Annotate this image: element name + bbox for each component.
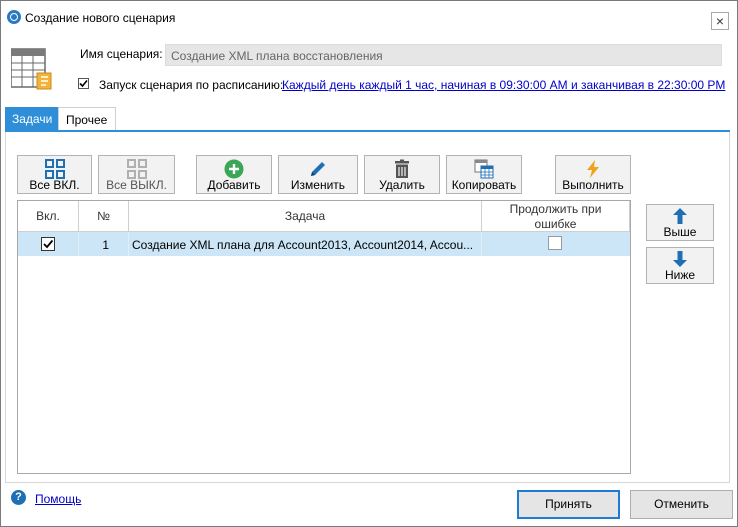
trash-icon — [392, 159, 412, 179]
plus-circle-icon — [224, 159, 244, 179]
row-continue-checkbox[interactable] — [548, 236, 562, 250]
column-header-continue[interactable]: Продолжить при ошибке — [482, 201, 630, 232]
cancel-button[interactable]: Отменить — [630, 490, 733, 519]
column-header-enabled[interactable]: Вкл. — [18, 201, 79, 232]
edit-label: Изменить — [290, 178, 346, 192]
row-task: Создание XML плана для Account2013, Acco… — [129, 232, 482, 256]
table-row[interactable]: 1 Создание XML плана для Account2013, Ac… — [18, 232, 630, 256]
scenario-name-input[interactable]: Создание XML плана восстановления — [165, 44, 722, 66]
ok-button[interactable]: Принять — [517, 490, 620, 519]
copy-table-icon — [474, 159, 494, 179]
arrow-down-icon — [670, 250, 690, 268]
column-header-task[interactable]: Задача — [129, 201, 482, 232]
delete-button[interactable]: Удалить — [364, 155, 440, 194]
pencil-icon — [308, 159, 328, 179]
schedule-label: Запуск сценария по расписанию: — [99, 78, 284, 92]
grid-icon — [126, 159, 147, 179]
close-button[interactable]: × — [711, 12, 729, 30]
scenario-name-label: Имя сценария: — [80, 47, 163, 61]
copy-label: Копировать — [451, 178, 517, 192]
move-down-button[interactable]: Ниже — [646, 247, 714, 284]
delete-label: Удалить — [379, 178, 425, 192]
run-label: Выполнить — [562, 178, 624, 192]
copy-button[interactable]: Копировать — [446, 155, 522, 194]
row-enabled-checkbox[interactable] — [41, 237, 55, 251]
all-on-label: Все ВКЛ. — [29, 178, 80, 192]
grid-icon — [44, 159, 65, 179]
lightning-icon — [583, 159, 603, 179]
column-header-number[interactable]: № — [79, 201, 129, 232]
tab-tasks[interactable]: Задачи — [5, 107, 58, 131]
task-table: Вкл. № Задача Продолжить при ошибке 1 Со… — [17, 200, 631, 474]
move-up-label: Выше — [663, 225, 697, 239]
schedule-link[interactable]: Каждый день каждый 1 час, начиная в 09:3… — [282, 78, 725, 92]
help-link[interactable]: Помощь — [35, 492, 81, 506]
row-continue-cell[interactable] — [482, 232, 630, 256]
title-bar: Создание нового сценария × — [1, 1, 737, 35]
row-enabled-cell[interactable] — [18, 232, 79, 256]
tab-other[interactable]: Прочее — [58, 107, 116, 131]
row-number: 1 — [79, 232, 129, 256]
edit-button[interactable]: Изменить — [278, 155, 358, 194]
add-button[interactable]: Добавить — [196, 155, 272, 194]
window-title: Создание нового сценария — [25, 11, 176, 25]
checkmark-icon — [79, 79, 88, 88]
move-down-label: Ниже — [664, 268, 696, 282]
add-label: Добавить — [207, 178, 261, 192]
all-off-button[interactable]: Все ВЫКЛ. — [98, 155, 175, 194]
dialog-window: Создание нового сценария × Имя сценария:… — [0, 0, 738, 527]
app-icon — [7, 10, 21, 24]
run-button[interactable]: Выполнить — [555, 155, 631, 194]
checkmark-icon — [43, 239, 54, 249]
help-icon[interactable]: ? — [11, 490, 26, 505]
arrow-up-icon — [670, 207, 690, 225]
schedule-checkbox[interactable] — [78, 78, 89, 89]
all-on-button[interactable]: Все ВКЛ. — [17, 155, 92, 194]
all-off-label: Все ВЫКЛ. — [106, 178, 167, 192]
move-up-button[interactable]: Выше — [646, 204, 714, 241]
scenario-table-icon — [10, 45, 57, 93]
